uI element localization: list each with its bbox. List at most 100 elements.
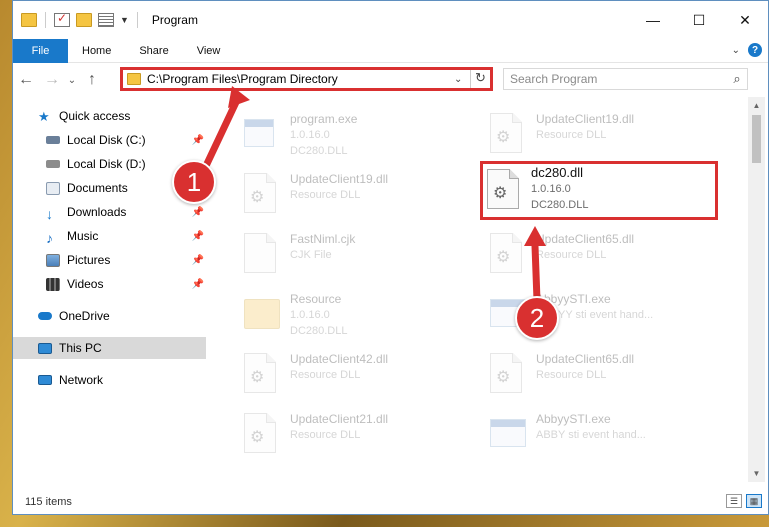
view-switcher: ☰ ▦ — [726, 494, 762, 508]
file-type: Resource DLL — [290, 429, 361, 441]
file-item-updateclient65-bottom[interactable]: ⚙ UpdateClient65.dll Resource DLL — [480, 349, 720, 405]
sidebar-item-label: Quick access — [59, 109, 131, 123]
sidebar-item-local-disk-c[interactable]: Local Disk (C:) 📌 — [13, 129, 206, 151]
pin-icon: 📌 — [191, 230, 204, 242]
file-version: 1.0.16.0 — [531, 183, 571, 195]
dll-icon: ⚙ — [244, 353, 280, 395]
file-version: 1.0.16.0 — [290, 309, 330, 321]
file-type: Resource DLL — [290, 189, 361, 201]
recent-locations-chevron-icon[interactable]: ⌄ — [65, 75, 79, 86]
refresh-button[interactable]: ↻ — [470, 70, 490, 88]
maximize-button[interactable]: ☐ — [676, 1, 722, 39]
file-icon — [244, 233, 280, 275]
file-item-updateclient21[interactable]: ⚙ UpdateClient21.dll Resource DLL — [234, 409, 474, 465]
file-name: UpdateClient65.dll — [536, 232, 635, 246]
dll-icon: ⚙ — [490, 233, 526, 275]
sidebar-item-label: Music — [67, 229, 99, 243]
item-count: 115 items — [25, 496, 72, 508]
address-dropdown-chevron-icon[interactable]: ⌄ — [454, 74, 470, 85]
explorer-window: ▼ Program — ☐ ✕ File Home Share View ⌄ ?… — [12, 0, 769, 515]
address-bar[interactable]: C:\Program Files\Program Directory ⌄ ↻ — [120, 67, 493, 91]
pictures-icon — [46, 253, 60, 267]
tab-share[interactable]: Share — [125, 39, 182, 63]
tab-home[interactable]: Home — [68, 39, 125, 63]
sidebar-item-network[interactable]: Network — [13, 369, 206, 391]
file-item-fastniml[interactable]: FastNiml.cjk CJK File — [234, 229, 474, 285]
file-item-abbyysti-bottom[interactable]: AbbyySTI.exe ABBY sti event hand... — [480, 409, 720, 465]
downloads-icon: ↓ — [46, 205, 53, 222]
highlighted-file-dc280-dll[interactable]: ⚙ dc280.dll 1.0.16.0 DC280.DLL — [480, 161, 718, 220]
tiles-view-icon[interactable]: ▦ — [746, 494, 762, 508]
minimize-button[interactable]: — — [630, 1, 676, 39]
window-controls: — ☐ ✕ — [630, 1, 768, 39]
search-box[interactable]: Search Program ⌕ — [503, 68, 748, 90]
file-name: UpdateClient42.dll — [290, 352, 389, 366]
properties-check-icon[interactable] — [54, 11, 70, 27]
callout-badge-1: 1 — [172, 160, 216, 204]
file-type: Resource DLL — [536, 249, 607, 261]
documents-icon — [46, 181, 60, 195]
customize-toolbar-chevron-icon[interactable]: ▼ — [120, 15, 129, 25]
file-name: program.exe — [290, 112, 358, 126]
sidebar-item-label: Downloads — [67, 205, 127, 219]
music-icon: ♪ — [46, 229, 53, 246]
dll-icon: ⚙ — [244, 173, 280, 215]
exe-icon — [490, 413, 526, 455]
sidebar-item-videos[interactable]: Videos 📌 — [13, 273, 206, 295]
dll-icon: ⚙ — [244, 413, 280, 455]
file-item-resource[interactable]: Resource 1.0.16.0 DC280.DLL — [234, 289, 474, 345]
scrollbar-thumb[interactable] — [752, 115, 761, 163]
file-name: FastNiml.cjk — [290, 232, 356, 246]
scroll-down-arrow-icon[interactable]: ▼ — [748, 465, 765, 482]
properties-icon[interactable] — [98, 13, 114, 27]
sidebar-item-label: OneDrive — [59, 309, 110, 323]
dll-icon: ⚙ — [487, 169, 523, 211]
new-folder-icon[interactable] — [76, 13, 92, 27]
sidebar-item-music[interactable]: ♪ Music 📌 — [13, 225, 206, 247]
vertical-scrollbar[interactable]: ▲ ▼ — [748, 97, 765, 482]
status-bar: 115 items ☰ ▦ — [13, 490, 768, 514]
title-bar: ▼ Program — ☐ ✕ — [13, 1, 768, 39]
folder-icon — [244, 293, 280, 335]
search-input[interactable]: Search Program — [510, 72, 727, 86]
file-item-updateclient65-top[interactable]: ⚙ UpdateClient65.dll Resource DLL — [480, 229, 720, 285]
file-type: Resource DLL — [290, 369, 361, 381]
file-item-program-exe[interactable]: program.exe 1.0.16.0 DC280.DLL — [234, 109, 474, 165]
folder-icon[interactable] — [21, 13, 37, 27]
file-type: Resource DLL — [536, 369, 607, 381]
up-button[interactable]: ↑ — [79, 71, 105, 89]
ribbon-tabs: File Home Share View ⌄ ? — [13, 38, 768, 63]
ribbon-right-controls: ⌄ ? — [732, 43, 762, 57]
help-icon[interactable]: ? — [748, 43, 762, 57]
file-name: dc280.dll — [531, 165, 584, 180]
sidebar-item-label: Pictures — [67, 253, 111, 267]
close-button[interactable]: ✕ — [722, 1, 768, 39]
sidebar-item-onedrive[interactable]: OneDrive — [13, 305, 206, 327]
file-item-updateclient19-right[interactable]: ⚙ UpdateClient19.dll Resource DLL — [480, 109, 720, 165]
navigation-bar: ← → ⌄ ↑ C:\Program Files\Program Directo… — [13, 63, 768, 97]
address-path[interactable]: C:\Program Files\Program Directory — [147, 72, 454, 86]
forward-button[interactable]: → — [39, 71, 65, 89]
pin-icon: 📌 — [191, 254, 204, 266]
sidebar-item-downloads[interactable]: ↓ Downloads 📌 — [13, 201, 206, 223]
divider — [136, 12, 138, 28]
sidebar-item-pictures[interactable]: Pictures 📌 — [13, 249, 206, 271]
window-title: Program — [151, 13, 198, 27]
quick-access-toolbar: ▼ Program — [13, 11, 198, 28]
details-view-icon[interactable]: ☰ — [726, 494, 742, 508]
sidebar-item-quick-access[interactable]: ★ Quick access — [13, 105, 206, 127]
file-name: UpdateClient65.dll — [536, 352, 635, 366]
back-button[interactable]: ← — [13, 71, 39, 89]
search-icon[interactable]: ⌕ — [727, 71, 747, 87]
pin-icon: 📌 — [191, 278, 204, 290]
file-item-updateclient19-left[interactable]: ⚙ UpdateClient19.dll Resource DLL — [234, 169, 474, 225]
pin-icon: 📌 — [191, 206, 204, 218]
expand-ribbon-chevron-icon[interactable]: ⌄ — [732, 45, 740, 56]
folder-icon — [127, 73, 141, 85]
sidebar-item-this-pc[interactable]: This PC — [13, 337, 206, 359]
tab-file[interactable]: File — [13, 38, 68, 63]
file-description: DC280.DLL — [290, 145, 348, 157]
file-item-updateclient42[interactable]: ⚙ UpdateClient42.dll Resource DLL — [234, 349, 474, 405]
scroll-up-arrow-icon[interactable]: ▲ — [748, 97, 765, 114]
tab-view[interactable]: View — [183, 39, 235, 63]
